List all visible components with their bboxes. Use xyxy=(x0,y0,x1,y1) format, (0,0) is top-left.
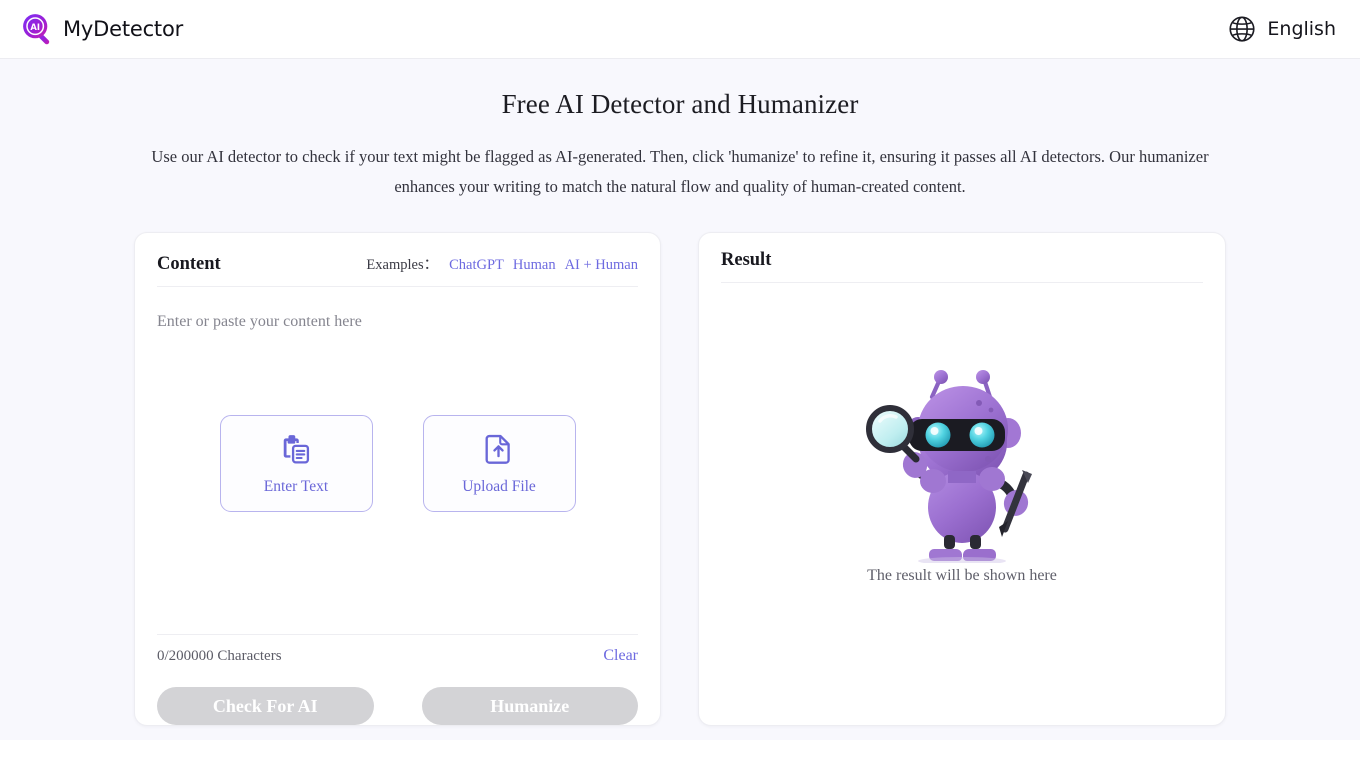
page-body: Free AI Detector and Humanizer Use our A… xyxy=(0,59,1360,740)
example-link-human[interactable]: Human xyxy=(513,257,556,274)
enter-text-button[interactable]: Enter Text xyxy=(219,415,373,512)
content-actions: Enter Text Upload File xyxy=(157,415,638,512)
result-panel-header: Result xyxy=(721,250,1203,282)
result-panel: Result The result will be shown here xyxy=(698,232,1226,726)
globe-icon xyxy=(1229,16,1255,42)
app-header: AI MyDetector English xyxy=(0,0,1360,59)
svg-text:AI: AI xyxy=(30,22,40,32)
robot-mascot-icon xyxy=(866,370,1032,563)
example-link-chatgpt[interactable]: ChatGPT xyxy=(449,257,504,274)
file-upload-icon xyxy=(485,434,510,464)
upload-file-button[interactable]: Upload File xyxy=(422,415,576,512)
ai-magnifier-logo-icon: AI xyxy=(23,14,50,45)
page-title: Free AI Detector and Humanizer xyxy=(501,89,859,119)
result-empty-state: The result will be shown here xyxy=(721,283,1203,725)
character-count: 0/200000 Characters xyxy=(157,647,282,664)
result-empty-message: The result will be shown here xyxy=(867,567,1057,584)
content-button-row: Check For AI Humanize xyxy=(157,665,638,725)
brand-name: MyDetector xyxy=(63,17,184,41)
content-panel-title: Content xyxy=(157,254,221,274)
language-label: English xyxy=(1267,18,1336,40)
enter-text-label: Enter Text xyxy=(263,477,329,495)
content-textarea-region[interactable]: Enter or paste your content here Enter T… xyxy=(157,287,638,634)
page-description: Use our AI detector to check if your tex… xyxy=(151,147,1209,196)
brand[interactable]: AI MyDetector xyxy=(22,13,183,45)
panels-row: Content Examples： ChatGPT Human AI + Hum… xyxy=(0,232,1360,726)
upload-file-label: Upload File xyxy=(462,477,536,495)
humanize-button[interactable]: Humanize xyxy=(421,687,638,725)
content-panel: Content Examples： ChatGPT Human AI + Hum… xyxy=(134,232,661,726)
result-panel-title: Result xyxy=(721,250,772,270)
content-footer-bar: 0/200000 Characters Clear xyxy=(157,634,638,665)
examples-group: Examples： ChatGPT Human AI + Human xyxy=(366,253,638,274)
content-panel-header: Content Examples： ChatGPT Human AI + Hum… xyxy=(157,253,638,286)
content-textarea-placeholder: Enter or paste your content here xyxy=(157,313,362,330)
example-link-ai-human[interactable]: AI + Human xyxy=(565,257,638,274)
examples-label: Examples： xyxy=(366,257,439,273)
language-selector[interactable]: English xyxy=(1227,14,1336,44)
paste-clipboard-icon xyxy=(283,434,310,464)
check-for-ai-button[interactable]: Check For AI xyxy=(157,687,374,725)
clear-button[interactable]: Clear xyxy=(603,647,638,665)
